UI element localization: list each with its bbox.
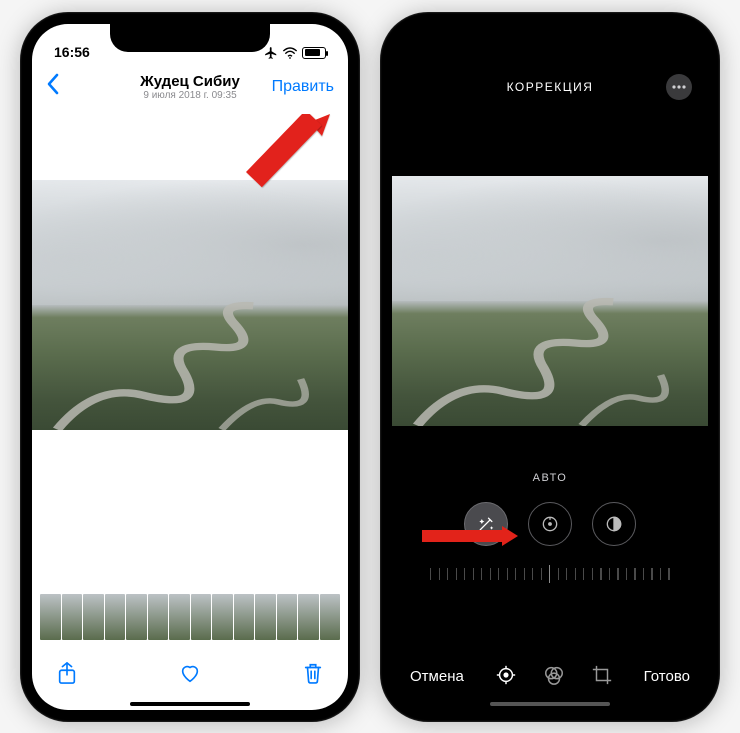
exposure-button[interactable] [528, 502, 572, 546]
edit-nav-bar: КОРРЕКЦИЯ [392, 64, 708, 110]
battery-icon [302, 47, 326, 59]
screen-photo-edit: КОРРЕКЦИЯ АВТО [392, 24, 708, 710]
thumbnail[interactable] [148, 594, 169, 640]
screen-photo-detail: 16:56 Жудец Сибиу 9 июля 2018 г. 09:35 П… [32, 24, 348, 710]
edit-mode-tabs [495, 664, 613, 690]
adjustment-name: АВТО [392, 472, 708, 484]
thumbnail[interactable] [40, 594, 61, 640]
bottom-toolbar [32, 652, 348, 700]
thumbnail[interactable] [298, 594, 319, 640]
auto-enhance-button[interactable] [464, 502, 508, 546]
adjustment-dial[interactable] [430, 562, 670, 586]
share-button[interactable] [56, 661, 78, 691]
favorite-button[interactable] [179, 661, 201, 691]
photo-preview[interactable] [32, 180, 348, 430]
home-indicator[interactable] [130, 702, 250, 706]
thumbnail[interactable] [105, 594, 126, 640]
brilliance-button[interactable] [592, 502, 636, 546]
thumbnail[interactable] [83, 594, 104, 640]
done-button[interactable]: Готово [644, 668, 690, 685]
notch [110, 24, 270, 52]
photo-preview-edit[interactable] [392, 176, 708, 426]
adjust-tab[interactable] [495, 664, 517, 690]
back-button[interactable] [46, 73, 60, 100]
wifi-icon [282, 47, 298, 59]
thumbnail[interactable] [169, 594, 190, 640]
filters-tab[interactable] [543, 664, 565, 690]
thumbnail[interactable] [62, 594, 83, 640]
thumbnail[interactable] [126, 594, 147, 640]
edit-button[interactable]: Править [272, 78, 334, 96]
thumbnail[interactable] [234, 594, 255, 640]
more-button[interactable] [666, 74, 692, 100]
adjustment-buttons [392, 502, 708, 546]
thumbnail[interactable] [255, 594, 276, 640]
status-indicators [264, 46, 326, 60]
thumbnail[interactable] [320, 594, 341, 640]
cancel-button[interactable]: Отмена [410, 668, 464, 685]
notch [470, 24, 630, 52]
edit-header-title: КОРРЕКЦИЯ [507, 80, 594, 94]
nav-bar: Жудец Сибиу 9 июля 2018 г. 09:35 Править [32, 64, 348, 110]
status-time: 16:56 [54, 44, 90, 60]
home-indicator[interactable] [490, 702, 610, 706]
airplane-icon [264, 46, 278, 60]
thumbnail[interactable] [212, 594, 233, 640]
trash-button[interactable] [302, 661, 324, 691]
edit-bottom-bar: Отмена Готово [392, 652, 708, 702]
thumbnail[interactable] [277, 594, 298, 640]
thumbnail-strip[interactable] [32, 594, 348, 640]
thumbnail[interactable] [191, 594, 212, 640]
phone-left: 16:56 Жудец Сибиу 9 июля 2018 г. 09:35 П… [20, 12, 360, 722]
phone-right: КОРРЕКЦИЯ АВТО [380, 12, 720, 722]
crop-tab[interactable] [591, 664, 613, 690]
